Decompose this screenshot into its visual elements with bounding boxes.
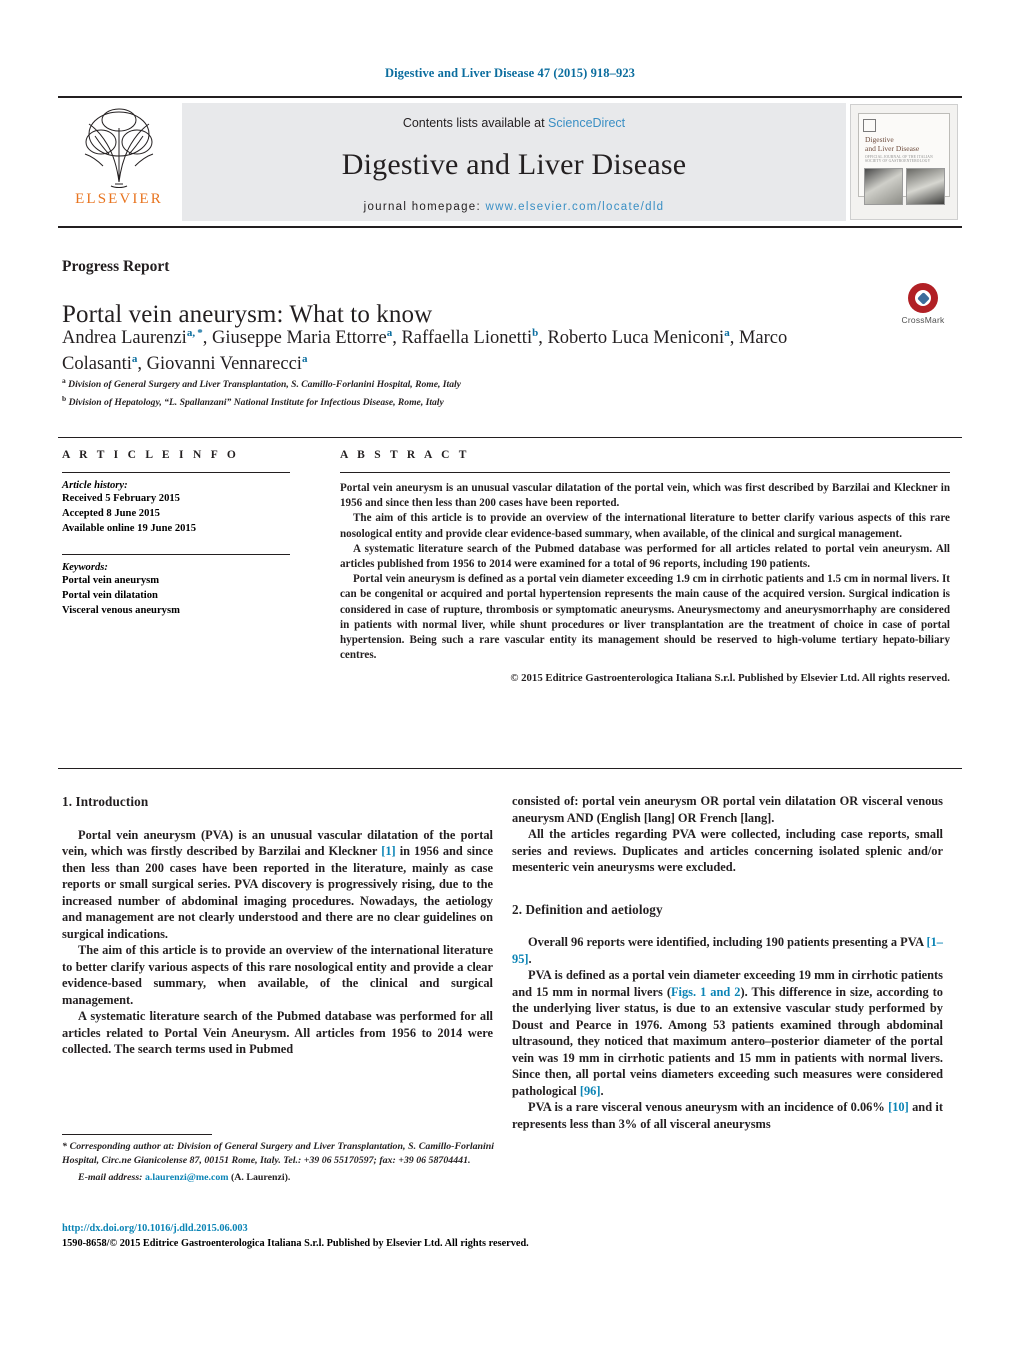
- footnote-block: * Corresponding author at: Division of G…: [62, 1140, 494, 1185]
- abstract-paragraph: The aim of this article is to provide an…: [340, 512, 950, 540]
- email-line: E-mail address: a.laurenzi@me.com (A. La…: [62, 1171, 494, 1185]
- cover-ct-scan-image-left: [864, 168, 903, 206]
- crossmark-icon: [908, 283, 938, 313]
- body-paragraph: The aim of this article is to provide an…: [62, 943, 493, 1007]
- section-heading-definition-aetiology: 2. Definition and aetiology: [512, 901, 663, 917]
- section-heading-introduction: 1. Introduction: [62, 794, 149, 809]
- body-column-left: 1. Introduction Portal vein aneurysm (PV…: [62, 793, 493, 1058]
- info-band-bottom-rule: [58, 768, 962, 769]
- journal-masthead: ELSEVIER Contents lists available at Sci…: [58, 96, 962, 228]
- email-link[interactable]: a.laurenzi@me.com: [145, 1172, 229, 1183]
- homepage-url-link[interactable]: www.elsevier.com/locate/dld: [485, 201, 664, 213]
- abstract-column: A B S T R A C T Portal vein aneurysm is …: [340, 449, 950, 684]
- body-paragraph: All the articles regarding PVA were coll…: [512, 827, 943, 874]
- cover-title: Digestive and Liver Disease: [863, 135, 945, 153]
- keyword-item: Portal vein dilatation: [62, 590, 158, 602]
- article-info-heading: A R T I C L E I N F O: [62, 449, 240, 461]
- affiliation-a-text: Division of General Surgery and Liver Tr…: [68, 379, 461, 391]
- journal-cover-thumbnail: Digestive and Liver Disease OFFICIAL JOU…: [850, 104, 958, 220]
- body-paragraph: Portal vein aneurysm (PVA) is an unusual…: [62, 827, 493, 941]
- cover-elsevier-mark-icon: [863, 119, 876, 132]
- article-history-label: Article history:: [62, 480, 128, 491]
- abstract-paragraph: Portal vein aneurysm is an unusual vascu…: [340, 482, 950, 510]
- keyword-item: Portal vein aneurysm: [62, 575, 160, 587]
- article-history-accepted: Accepted 8 June 2015: [62, 508, 160, 520]
- corresponding-author-note: * Corresponding author at: Division of G…: [62, 1141, 494, 1166]
- article-info-rule: [62, 472, 290, 473]
- author-list: Andrea Laurenzia, *, Giuseppe Maria Etto…: [62, 326, 788, 375]
- info-band-top-rule: [58, 437, 962, 438]
- keywords-label: Keywords:: [62, 562, 108, 574]
- abstract-copyright: © 2015 Editrice Gastroenterologica Itali…: [510, 672, 950, 685]
- article-info-column: A R T I C L E I N F O Article history: R…: [62, 449, 312, 618]
- article-history-received: Received 5 February 2015: [62, 493, 180, 504]
- elsevier-logo: ELSEVIER: [58, 98, 180, 226]
- doi-link[interactable]: http://dx.doi.org/10.1016/j.dld.2015.06.…: [62, 1222, 662, 1237]
- issn-copyright-line: 1590-8658/© 2015 Editrice Gastroenterolo…: [62, 1237, 529, 1249]
- elsevier-wordmark: ELSEVIER: [75, 191, 163, 207]
- body-paragraph: Overall 96 reports were identified, incl…: [512, 935, 943, 966]
- journal-article-page: Digestive and Liver Disease 47 (2015) 91…: [0, 0, 1020, 1351]
- article-type-label: Progress Report: [62, 258, 170, 275]
- running-head: Digestive and Liver Disease 47 (2015) 91…: [384, 66, 636, 80]
- cover-title-line2: and Liver Disease: [865, 144, 920, 154]
- affiliations: a Division of General Surgery and Liver …: [62, 375, 862, 411]
- email-owner: (A. Laurenzi).: [231, 1171, 291, 1183]
- crossmark-badge[interactable]: CrossMark: [890, 283, 956, 327]
- body-paragraph: PVA is defined as a portal vein diameter…: [512, 968, 943, 1098]
- contents-line: Contents lists available at ScienceDirec…: [403, 116, 625, 130]
- keyword-item: Visceral venous aneurysm: [62, 605, 180, 617]
- affiliation-b: b Division of Hepatology, “L. Spallanzan…: [62, 394, 444, 409]
- masthead-panel: Contents lists available at ScienceDirec…: [182, 103, 846, 221]
- journal-title: Digestive and Liver Disease: [341, 148, 687, 181]
- keywords-rule: [62, 554, 290, 556]
- body-paragraph: PVA is a rare visceral venous aneurysm w…: [512, 1100, 944, 1131]
- cover-title-line1: Digestive: [865, 135, 894, 144]
- abstract-paragraph: A systematic literature search of the Pu…: [340, 542, 950, 570]
- body-column-right: consisted of: portal vein aneurysm OR po…: [512, 793, 943, 1132]
- cover-images: [863, 168, 945, 206]
- affiliation-a: a Division of General Surgery and Liver …: [62, 376, 461, 391]
- crossmark-label: CrossMark: [901, 315, 945, 325]
- footnote-rule: [62, 1134, 212, 1135]
- contents-prefix: Contents lists available at: [402, 116, 549, 130]
- article-history-online: Available online 19 June 2015: [62, 523, 197, 535]
- body-paragraph: consisted of: portal vein aneurysm OR po…: [512, 794, 943, 825]
- elsevier-tree-icon: [84, 108, 154, 188]
- body-paragraph: A systematic literature search of the Pu…: [62, 1009, 493, 1057]
- homepage-label: journal homepage:: [363, 201, 481, 213]
- abstract-heading: A B S T R A C T: [340, 449, 470, 461]
- abstract-paragraph: Portal vein aneurysm is defined as a por…: [340, 573, 950, 662]
- cover-subtitle: OFFICIAL JOURNAL OF THE ITALIAN SOCIETY …: [865, 155, 933, 164]
- cover-ct-scan-image-right: [906, 168, 945, 206]
- journal-homepage-line: journal homepage: www.elsevier.com/locat…: [364, 201, 665, 213]
- email-label: E-mail address:: [78, 1171, 143, 1183]
- sciencedirect-link[interactable]: ScienceDirect: [548, 116, 625, 130]
- publication-footer: http://dx.doi.org/10.1016/j.dld.2015.06.…: [62, 1222, 662, 1252]
- abstract-rule: [340, 472, 950, 473]
- affiliation-b-text: Division of Hepatology, “L. Spallanzani”…: [68, 397, 444, 409]
